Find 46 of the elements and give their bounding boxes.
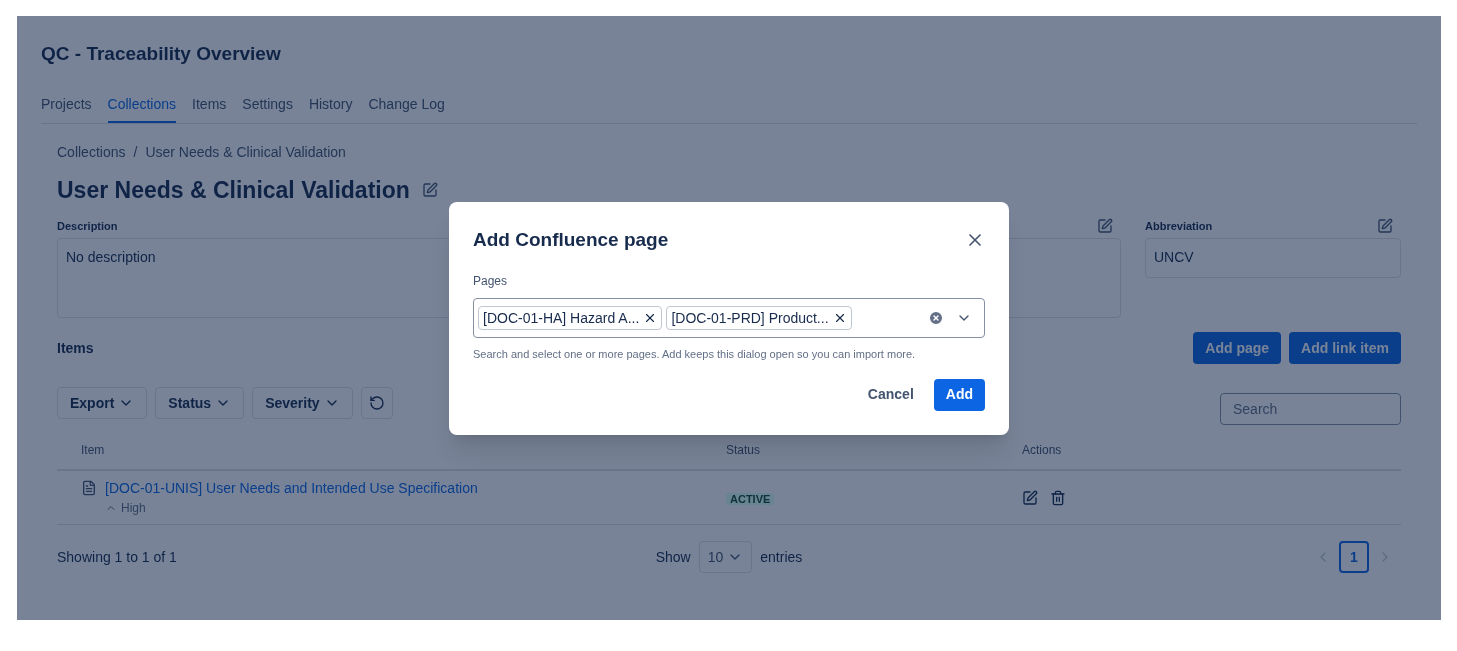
add-button[interactable]: Add link item [1289,332,1401,364]
nav-tab[interactable]: Settings [242,93,293,123]
showing-text: Showing 1 to 1 of 1 [57,547,178,567]
edit-icon[interactable] [1097,218,1113,234]
breadcrumb-link[interactable]: Collections [57,141,126,163]
help-text: Search and select one or more pages. Add keeps this dialog open so you can import more. [473,347,917,362]
collection-title: User Needs & Clinical Validation [57,175,410,205]
pages-select[interactable]: [DOC-01-HA] Hazard A... [DOC-01-PRD] Product... [473,298,985,338]
column-header: Actions [1022,442,1063,459]
cancel-button[interactable]: Cancel [855,378,926,411]
page-button[interactable]: 1 [1339,541,1369,573]
search-field[interactable]: Search [1220,393,1401,425]
reset-button[interactable] [360,387,393,419]
delete-icon[interactable] [1050,489,1066,506]
nav-tab[interactable]: Collections [107,93,177,123]
field-label: Pages [473,273,508,290]
filter-dropdown[interactable]: Severity [252,387,353,419]
app-title: QC - Traceability Overview [41,42,281,66]
add-button[interactable]: Add [933,378,985,411]
show-label: Show [655,547,691,567]
breadcrumb-separator: / [133,142,138,162]
breadcrumb-link[interactable]: User Needs & Clinical Validation [145,141,346,163]
clear-icon[interactable] [928,310,944,326]
nav-tab[interactable]: Projects [41,93,92,123]
page-size-select[interactable]: 10 [698,541,753,573]
status-lozenge: ACTIVE [726,492,775,505]
section-title: Items [57,338,94,358]
filter-dropdown[interactable]: Export [57,387,148,419]
severity-text: High [121,500,146,517]
edit-icon[interactable] [1377,218,1393,234]
filter-dropdown[interactable]: Status [155,387,245,419]
entries-label: entries [760,547,803,567]
edit-icon[interactable] [421,181,438,198]
nav-tab[interactable]: History [308,93,353,123]
item-link[interactable]: [DOC-01-UNIS] User Needs and Intended Use Specification [105,478,478,499]
document-icon [81,480,97,496]
edit-icon[interactable] [1022,489,1038,506]
column-header: Status [726,442,762,459]
field-label: Description [57,218,118,234]
reset-icon [368,395,385,411]
nav-tab[interactable]: Change Log [368,93,445,123]
column-header: Item [81,442,106,459]
field-label: Abbreviation [1145,218,1213,234]
field-value: UNCV [1145,238,1401,278]
nav-tab[interactable]: Items [192,93,227,123]
add-button[interactable]: Add page [1193,332,1282,364]
